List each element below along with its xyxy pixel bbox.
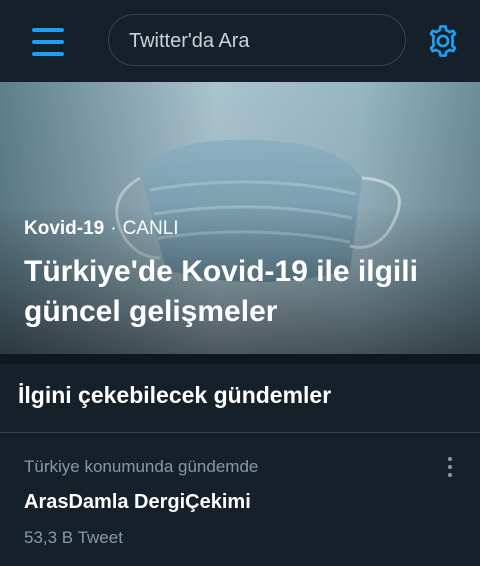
meta-separator: · [110,218,117,239]
trend-item[interactable]: Türkiye konumunda gündemde ArasDamla Der… [0,433,480,566]
more-options-icon[interactable] [438,455,462,479]
top-bar [0,0,480,82]
trend-name: ArasDamla DergiÇekimi [24,491,251,513]
trend-context: Türkiye konumunda gündemde [24,457,259,476]
trend-tweet-count: 53,3 B Tweet [24,528,123,547]
gear-icon[interactable] [424,22,462,60]
section-divider [0,354,480,364]
section-title: İlgini çekebilecek gündemler [18,382,332,408]
live-label: CANLI [122,218,179,239]
event-meta: Kovid-19 · CANLI [24,218,179,240]
event-topic: Kovid-19 [24,218,105,239]
event-title: Türkiye'de Kovid-19 ile ilgili güncel ge… [24,255,418,328]
search-bar[interactable] [108,14,406,67]
search-input[interactable] [127,15,391,67]
hamburger-menu-icon[interactable] [28,24,68,60]
featured-event-card[interactable]: Kovid-19 · CANLI Türkiye'de Kovid-19 ile i… [0,82,480,354]
